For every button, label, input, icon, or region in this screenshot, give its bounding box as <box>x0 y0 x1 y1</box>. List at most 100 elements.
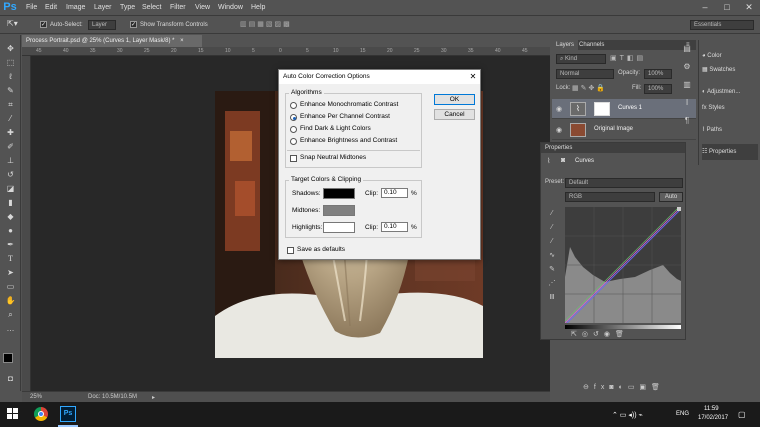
menu-edit[interactable]: Edit <box>45 2 57 13</box>
dock-adjustments[interactable]: ◐ Adjustmen... <box>702 84 760 100</box>
ok-button[interactable]: OK <box>434 94 475 105</box>
marquee-tool-icon[interactable]: ⬚ <box>4 57 17 68</box>
transform-controls-checkbox[interactable] <box>130 21 137 28</box>
history-brush-icon[interactable]: ↺ <box>4 169 17 180</box>
menu-image[interactable]: Image <box>66 2 85 13</box>
lock-icons[interactable]: ▦✎✥🔒 <box>572 84 607 92</box>
save-defaults-label[interactable]: Save as defaults <box>297 246 345 253</box>
preset-dropdown[interactable]: Default <box>565 178 683 188</box>
radio-dark-light[interactable] <box>290 126 297 133</box>
clock-time[interactable]: 11:59 <box>704 406 719 412</box>
dock-properties[interactable]: ☷ Properties <box>702 144 758 160</box>
menu-window[interactable]: Window <box>218 2 243 13</box>
snap-midtones-checkbox[interactable] <box>290 155 297 162</box>
dock-swatches[interactable]: ▦ Swatches <box>702 62 760 78</box>
close-window-button[interactable]: ✕ <box>738 0 760 15</box>
auto-button[interactable]: Auto <box>659 192 683 202</box>
midtones-color-swatch[interactable] <box>323 205 355 216</box>
snap-midtones-label[interactable]: Snap Neutral Midtones <box>300 154 366 161</box>
foreground-color-swatch[interactable] <box>3 353 13 363</box>
layer-row-curves[interactable]: ◉ ⌇ Curves 1 <box>552 99 696 119</box>
menu-filter[interactable]: Filter <box>170 2 186 13</box>
shadows-clip-input[interactable]: 0.10 <box>381 188 408 198</box>
radio-per-channel-label[interactable]: Enhance Per Channel Contrast <box>300 113 390 120</box>
dodge-tool-icon[interactable]: ● <box>4 225 17 236</box>
blur-tool-icon[interactable]: ◆ <box>4 211 17 222</box>
shadows-color-swatch[interactable] <box>323 188 355 199</box>
move-tool-icon[interactable]: ⇱▾ <box>7 19 18 29</box>
highlights-color-swatch[interactable] <box>323 222 355 233</box>
hand-tool-icon[interactable]: ✋ <box>4 295 17 306</box>
quick-mask-icon[interactable]: ◘ <box>4 373 17 384</box>
minimize-button[interactable]: – <box>694 0 716 15</box>
gradient-tool-icon[interactable]: ▮ <box>4 197 17 208</box>
history-dock-icons[interactable]: ▤ ⚙ ▥ Ⅰ ¶ <box>678 40 696 140</box>
windows-start-icon[interactable] <box>7 408 19 420</box>
zoom-tool-icon[interactable]: ⌕ <box>4 309 17 320</box>
radio-brightness-contrast[interactable] <box>290 138 297 145</box>
radio-per-channel[interactable] <box>290 114 297 121</box>
path-select-icon[interactable]: ➤ <box>4 267 17 278</box>
radio-brightness-contrast-label[interactable]: Enhance Brightness and Contrast <box>300 137 397 144</box>
more-tools-icon[interactable]: … <box>4 323 17 334</box>
notifications-icon[interactable]: ▢ <box>738 410 746 419</box>
dock-styles[interactable]: fx Styles <box>702 100 760 116</box>
properties-footer-icons[interactable]: ⇱◎↺◉🗑 <box>571 330 681 339</box>
save-defaults-checkbox[interactable] <box>287 247 294 254</box>
channel-dropdown[interactable]: RGB <box>565 192 655 202</box>
visibility-eye-icon[interactable]: ◉ <box>556 126 562 134</box>
tab-layers[interactable]: Layers <box>552 40 579 50</box>
eyedropper-tool-icon[interactable]: ⁄ <box>4 113 17 124</box>
shape-tool-icon[interactable]: ▭ <box>4 281 17 292</box>
cancel-button[interactable]: Cancel <box>434 109 475 120</box>
eraser-tool-icon[interactable]: ◪ <box>4 183 17 194</box>
menu-file[interactable]: File <box>26 2 37 13</box>
menu-type[interactable]: Type <box>120 2 135 13</box>
menu-help[interactable]: Help <box>251 2 265 13</box>
lasso-tool-icon[interactable]: ℓ <box>4 71 17 82</box>
tab-channels[interactable]: Channels <box>579 40 604 50</box>
brush-tool-icon[interactable]: ✐ <box>4 141 17 152</box>
language-indicator[interactable]: ENG <box>676 411 689 417</box>
healing-brush-icon[interactable]: ✚ <box>4 127 17 138</box>
fill-input[interactable]: 100% <box>644 84 672 94</box>
clone-stamp-icon[interactable]: ⊥ <box>4 155 17 166</box>
curve-tools[interactable]: ⁄ ⁄ ⁄ ∿ ✎ ⋰ Ⅲ <box>545 207 559 317</box>
dialog-close-icon[interactable]: ✕ <box>467 72 479 82</box>
dock-paths[interactable]: ⌇ Paths <box>702 122 760 138</box>
auto-select-dropdown[interactable]: Layer <box>88 20 116 30</box>
menu-layer[interactable]: Layer <box>94 2 112 13</box>
layers-footer-icons[interactable]: ⊖fx◙◐▭▣🗑 <box>552 383 696 393</box>
status-menu-arrow-icon[interactable]: ▸ <box>152 394 155 401</box>
mask-icon[interactable]: ◙ <box>561 157 565 164</box>
align-icons[interactable]: ▥▤▦▧▨▩ <box>240 20 340 30</box>
document-tab[interactable]: Process Portrait.psd @ 25% (Curves 1, La… <box>22 35 202 47</box>
visibility-eye-icon[interactable]: ◉ <box>556 105 562 113</box>
type-tool-icon[interactable]: T <box>4 253 17 264</box>
radio-monochromatic-label[interactable]: Enhance Monochromatic Contrast <box>300 101 398 108</box>
close-document-icon[interactable]: × <box>180 38 184 44</box>
curves-graph[interactable] <box>565 207 681 323</box>
tray-icons[interactable]: ⌃ ▭ ◂)) ⌁ <box>612 411 643 419</box>
chrome-icon[interactable] <box>34 407 48 421</box>
pen-tool-icon[interactable]: ✒ <box>4 239 17 250</box>
clock-date[interactable]: 17/02/2017 <box>698 415 728 421</box>
radio-dark-light-label[interactable]: Find Dark & Light Colors <box>300 125 371 132</box>
quick-select-tool-icon[interactable]: ✎ <box>4 85 17 96</box>
blend-mode-dropdown[interactable]: Normal <box>556 69 614 79</box>
layer-row-original[interactable]: ◉ Original Image <box>552 120 696 140</box>
highlights-clip-input[interactable]: 0.10 <box>381 222 408 232</box>
layer-mask-thumbnail[interactable] <box>594 102 610 116</box>
opacity-input[interactable]: 100% <box>644 69 672 79</box>
radio-monochromatic[interactable] <box>290 102 297 109</box>
menu-view[interactable]: View <box>195 2 210 13</box>
photoshop-taskbar-icon[interactable]: Ps <box>60 406 76 422</box>
workspace-dropdown[interactable]: Essentials <box>690 20 754 30</box>
auto-select-checkbox[interactable] <box>40 21 47 28</box>
crop-tool-icon[interactable]: ⌗ <box>4 99 17 110</box>
zoom-level[interactable]: 25% <box>30 394 42 400</box>
move-tool-icon[interactable]: ✥ <box>4 43 17 54</box>
menu-select[interactable]: Select <box>142 2 161 13</box>
maximize-button[interactable]: □ <box>716 0 738 15</box>
filter-kind-dropdown[interactable]: ⌕ Kind <box>556 54 606 64</box>
